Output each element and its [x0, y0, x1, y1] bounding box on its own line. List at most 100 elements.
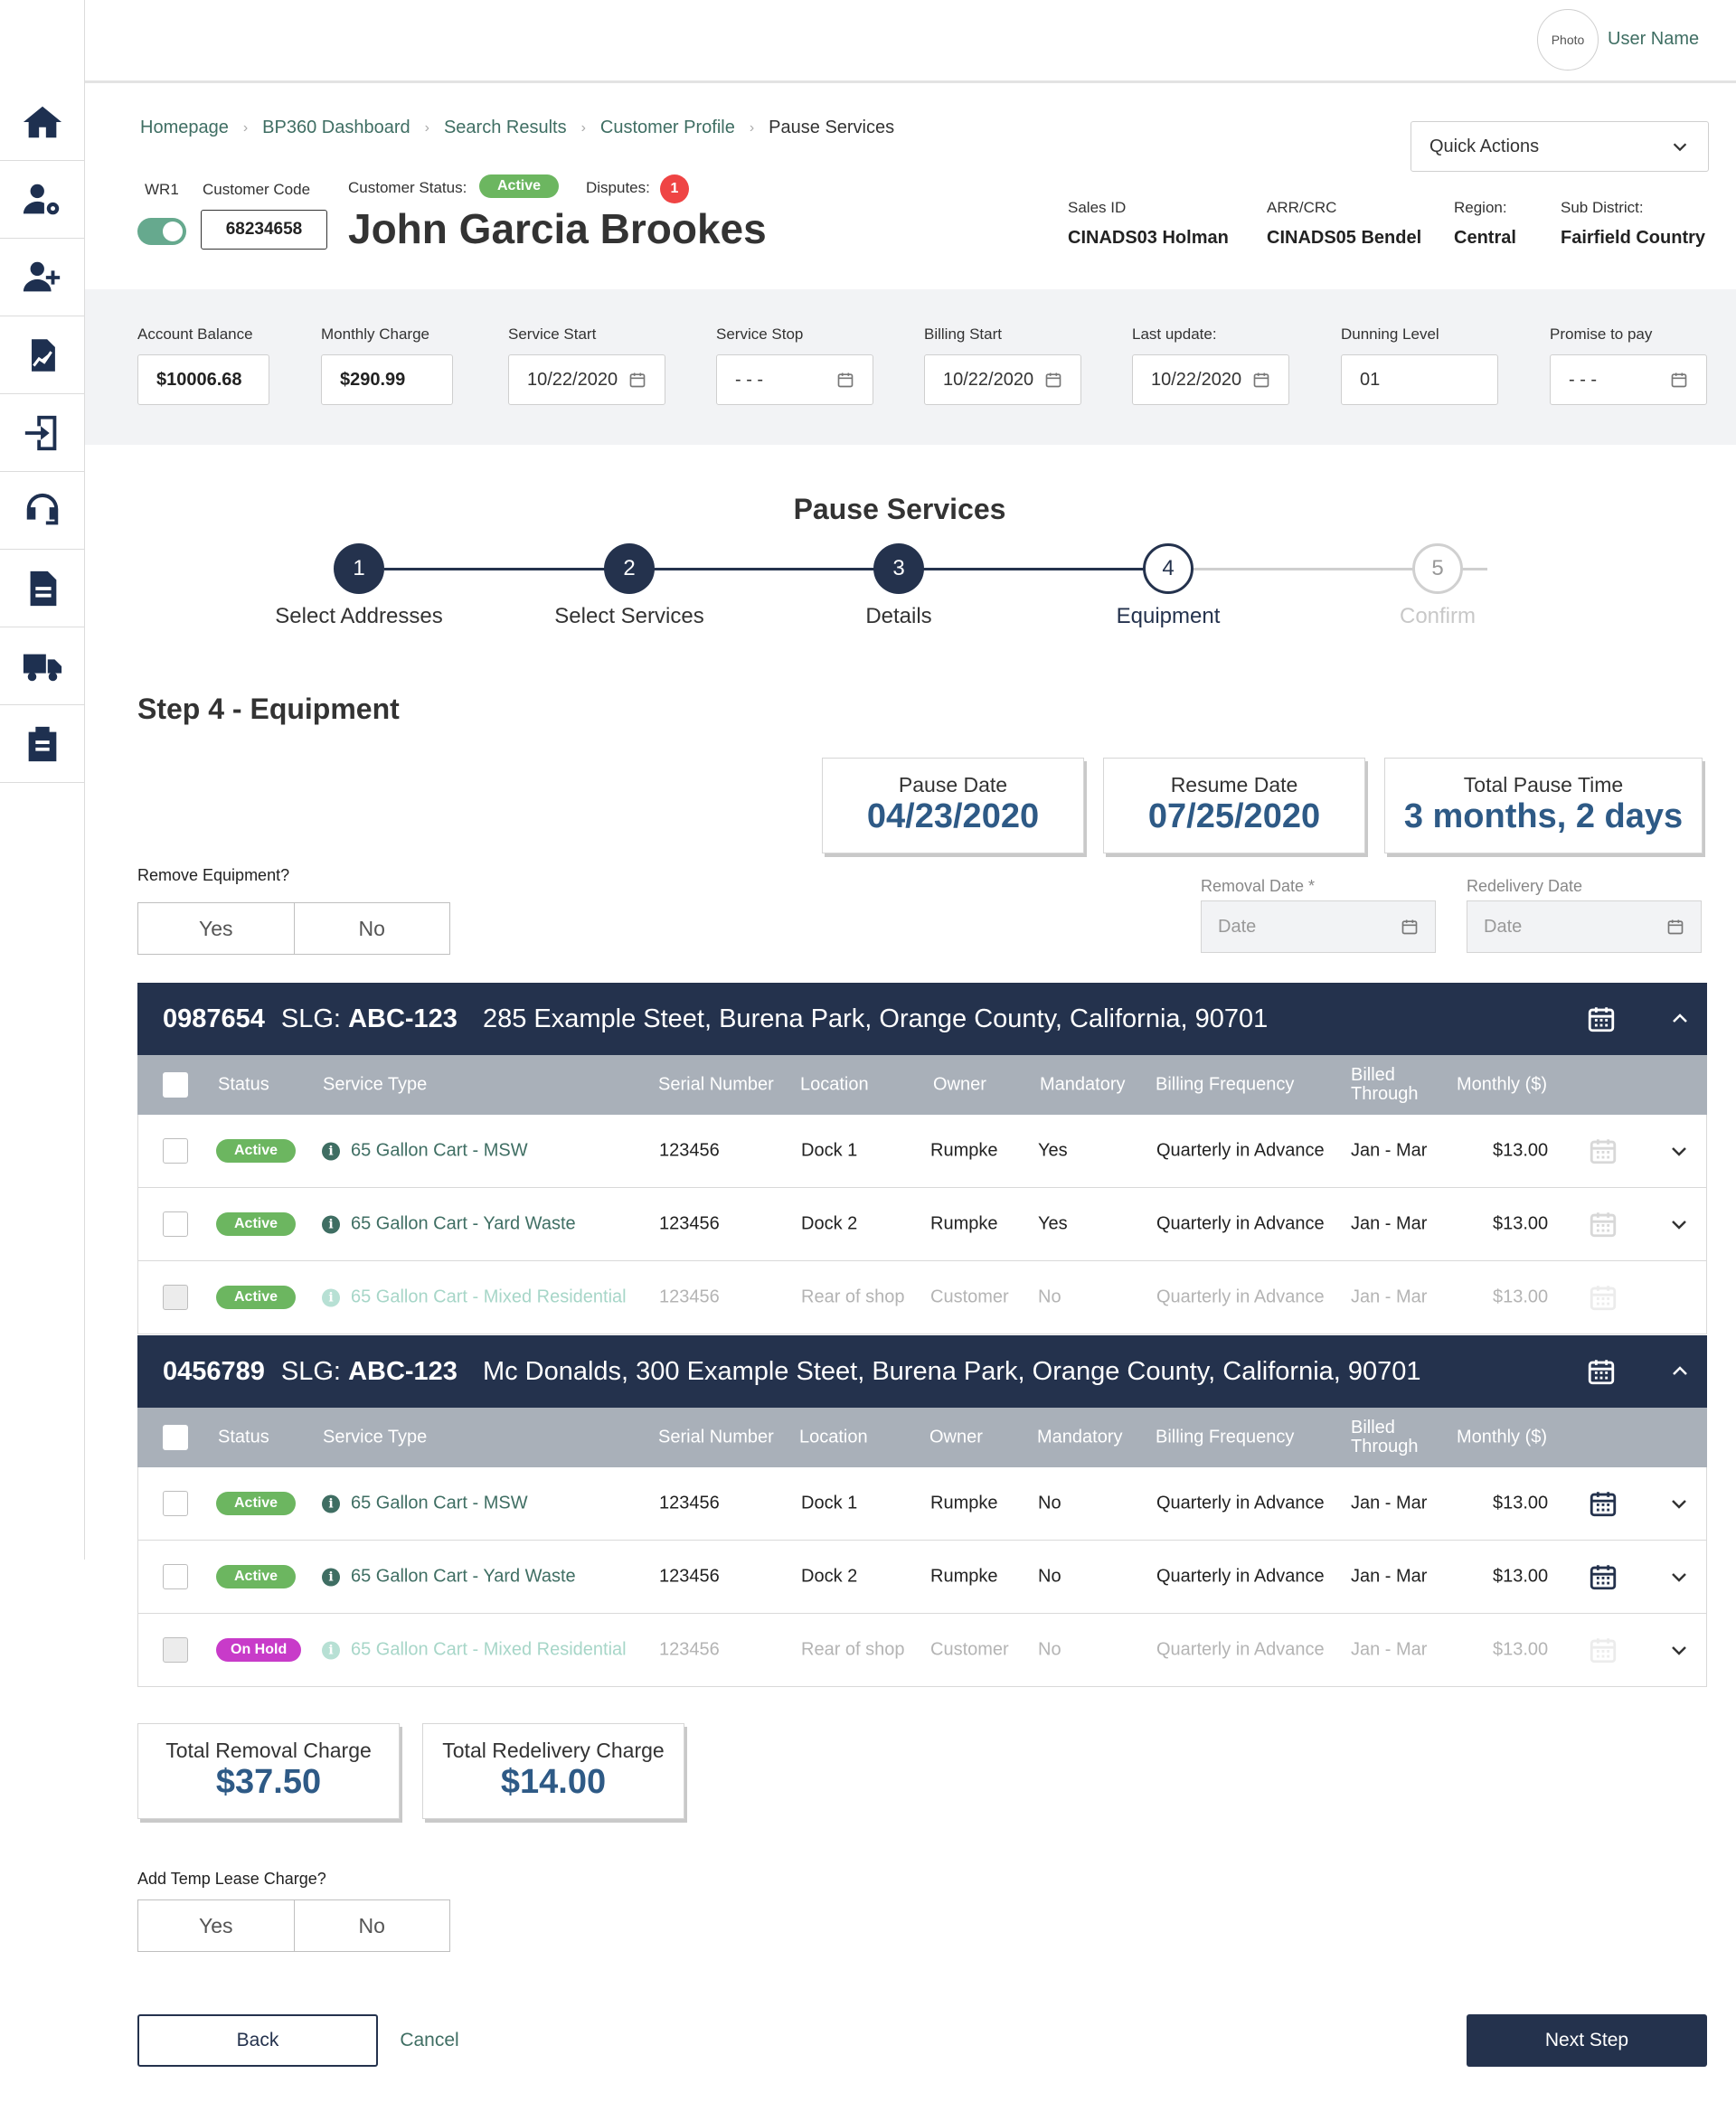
- calendar-icon[interactable]: [1252, 371, 1270, 389]
- row-checkbox[interactable]: [163, 1564, 188, 1589]
- billing-frequency: Quarterly in Advance: [1156, 1213, 1325, 1234]
- sidebar-item-user-settings[interactable]: [0, 161, 85, 239]
- total-redelivery-charge-card: Total Redelivery Charge $14.00: [422, 1723, 684, 1819]
- calendar-icon[interactable]: [628, 371, 646, 389]
- temp-lease-yes[interactable]: Yes: [138, 1900, 294, 1951]
- stepper-progress: [384, 568, 1171, 570]
- breadcrumb-dashboard[interactable]: BP360 Dashboard: [262, 118, 410, 138]
- last-update-input[interactable]: 10/22/2020: [1132, 354, 1289, 405]
- chevron-down-icon[interactable]: [1668, 1639, 1690, 1661]
- sidebar-item-home[interactable]: [0, 83, 85, 161]
- breadcrumb-search-results[interactable]: Search Results: [444, 118, 567, 138]
- calendar-icon[interactable]: [1401, 918, 1419, 936]
- account-number: 0987654: [163, 1004, 265, 1033]
- location: Rear of shop: [801, 1287, 905, 1307]
- billed-through: Jan - Mar: [1351, 1213, 1428, 1234]
- row-checkbox: [163, 1637, 188, 1663]
- col-status: Status: [218, 1074, 269, 1095]
- breadcrumb-customer-profile[interactable]: Customer Profile: [600, 118, 735, 138]
- service-type-text: 65 Gallon Cart - MSW: [351, 1140, 528, 1161]
- step-4-label: Equipment: [1116, 604, 1221, 628]
- sidebar-item-trucks[interactable]: [0, 627, 85, 705]
- calendar-icon[interactable]: [1586, 1356, 1617, 1387]
- sidebar-item-reports[interactable]: [0, 316, 85, 394]
- remove-equipment-yes[interactable]: Yes: [138, 903, 294, 954]
- sidebar: [0, 0, 85, 1560]
- chevron-down-icon[interactable]: [1668, 1566, 1690, 1588]
- col-billed-through: Billed Through: [1351, 1065, 1419, 1104]
- calendar-icon[interactable]: [1588, 1209, 1618, 1240]
- col-serial-number: Serial Number: [658, 1074, 774, 1095]
- row-checkbox[interactable]: [163, 1491, 188, 1516]
- account-balance-label: Account Balance: [137, 325, 253, 343]
- owner: Rumpke: [930, 1493, 998, 1513]
- step-2-circle[interactable]: 2: [604, 543, 655, 594]
- service-type-link[interactable]: i 65 Gallon Cart - MSW: [322, 1494, 528, 1514]
- info-icon[interactable]: i: [322, 1142, 340, 1160]
- account-balance-value: $10006.68: [137, 354, 269, 405]
- service-type-link[interactable]: i 65 Gallon Cart - Yard Waste: [322, 1567, 576, 1588]
- chevron-down-icon[interactable]: [1668, 1140, 1690, 1162]
- calendar-icon[interactable]: [1588, 1561, 1618, 1592]
- owner: Customer: [930, 1639, 1009, 1660]
- region-value: Central: [1454, 228, 1516, 248]
- sidebar-item-add-user[interactable]: [0, 239, 85, 316]
- service-stop-field: Service Stop - - -: [716, 325, 873, 405]
- last-update-value: 10/22/2020: [1151, 369, 1242, 390]
- pause-date-value: 04/23/2020: [866, 797, 1040, 835]
- promise-to-pay-input[interactable]: - - -: [1550, 354, 1707, 405]
- info-icon[interactable]: i: [322, 1494, 340, 1513]
- step-4-circle[interactable]: 4: [1143, 543, 1194, 594]
- calendar-icon[interactable]: [1586, 1004, 1617, 1034]
- select-all-checkbox[interactable]: [163, 1425, 188, 1450]
- calendar-icon[interactable]: [836, 371, 854, 389]
- step-5-circle[interactable]: 5: [1412, 543, 1463, 594]
- select-all-checkbox[interactable]: [163, 1072, 188, 1098]
- chevron-up-icon[interactable]: [1669, 1008, 1691, 1030]
- back-button[interactable]: Back: [137, 2014, 378, 2067]
- temp-lease-no[interactable]: No: [293, 1900, 450, 1951]
- pause-date-card: Pause Date 04/23/2020: [822, 758, 1084, 853]
- customer-code: 68234658: [201, 210, 327, 250]
- row-checkbox[interactable]: [163, 1211, 188, 1237]
- calendar-icon[interactable]: [1588, 1488, 1618, 1519]
- sidebar-item-sign-in[interactable]: [0, 394, 85, 472]
- chevron-down-icon[interactable]: [1668, 1213, 1690, 1235]
- breadcrumb-homepage[interactable]: Homepage: [140, 118, 229, 138]
- col-monthly: Monthly ($): [1457, 1074, 1548, 1095]
- col-mandatory: Mandatory: [1040, 1074, 1126, 1095]
- cancel-link[interactable]: Cancel: [389, 2014, 470, 2067]
- wr1-toggle[interactable]: [137, 218, 186, 245]
- total-redelivery-charge-value: $14.00: [500, 1763, 607, 1801]
- calendar-icon[interactable]: [1666, 918, 1684, 936]
- service-stop-input[interactable]: - - -: [716, 354, 873, 405]
- avatar[interactable]: Photo: [1537, 9, 1599, 71]
- removal-date-input[interactable]: Date: [1201, 900, 1436, 953]
- sidebar-item-documents[interactable]: [0, 550, 85, 627]
- service-type-link: i 65 Gallon Cart - Mixed Residential: [322, 1287, 627, 1308]
- chevron-down-icon[interactable]: [1668, 1493, 1690, 1514]
- sidebar-item-clipboard[interactable]: [0, 705, 85, 783]
- row-checkbox[interactable]: [163, 1138, 188, 1164]
- user-name[interactable]: User Name: [1608, 29, 1699, 50]
- next-step-button[interactable]: Next Step: [1467, 2014, 1707, 2067]
- info-icon[interactable]: i: [322, 1215, 340, 1233]
- billing-start-input[interactable]: 10/22/2020: [924, 354, 1081, 405]
- calendar-icon[interactable]: [1670, 371, 1688, 389]
- calendar-icon[interactable]: [1044, 371, 1062, 389]
- calendar-icon[interactable]: [1588, 1136, 1618, 1166]
- redelivery-date-input[interactable]: Date: [1467, 900, 1702, 953]
- step-1-circle[interactable]: 1: [334, 543, 384, 594]
- info-icon[interactable]: i: [322, 1568, 340, 1586]
- remove-equipment-no[interactable]: No: [293, 903, 450, 954]
- service-type-link[interactable]: i 65 Gallon Cart - Yard Waste: [322, 1214, 576, 1235]
- service-type-link[interactable]: i 65 Gallon Cart - MSW: [322, 1141, 528, 1162]
- temp-lease-label: Add Temp Lease Charge?: [137, 1870, 326, 1888]
- service-start-input[interactable]: 10/22/2020: [508, 354, 665, 405]
- service-stop-value: - - -: [735, 369, 764, 390]
- row-checkbox: [163, 1285, 188, 1310]
- disputes-count[interactable]: 1: [660, 174, 689, 203]
- chevron-up-icon[interactable]: [1669, 1361, 1691, 1382]
- quick-actions-dropdown[interactable]: Quick Actions: [1410, 121, 1709, 172]
- step-3-circle[interactable]: 3: [873, 543, 924, 594]
